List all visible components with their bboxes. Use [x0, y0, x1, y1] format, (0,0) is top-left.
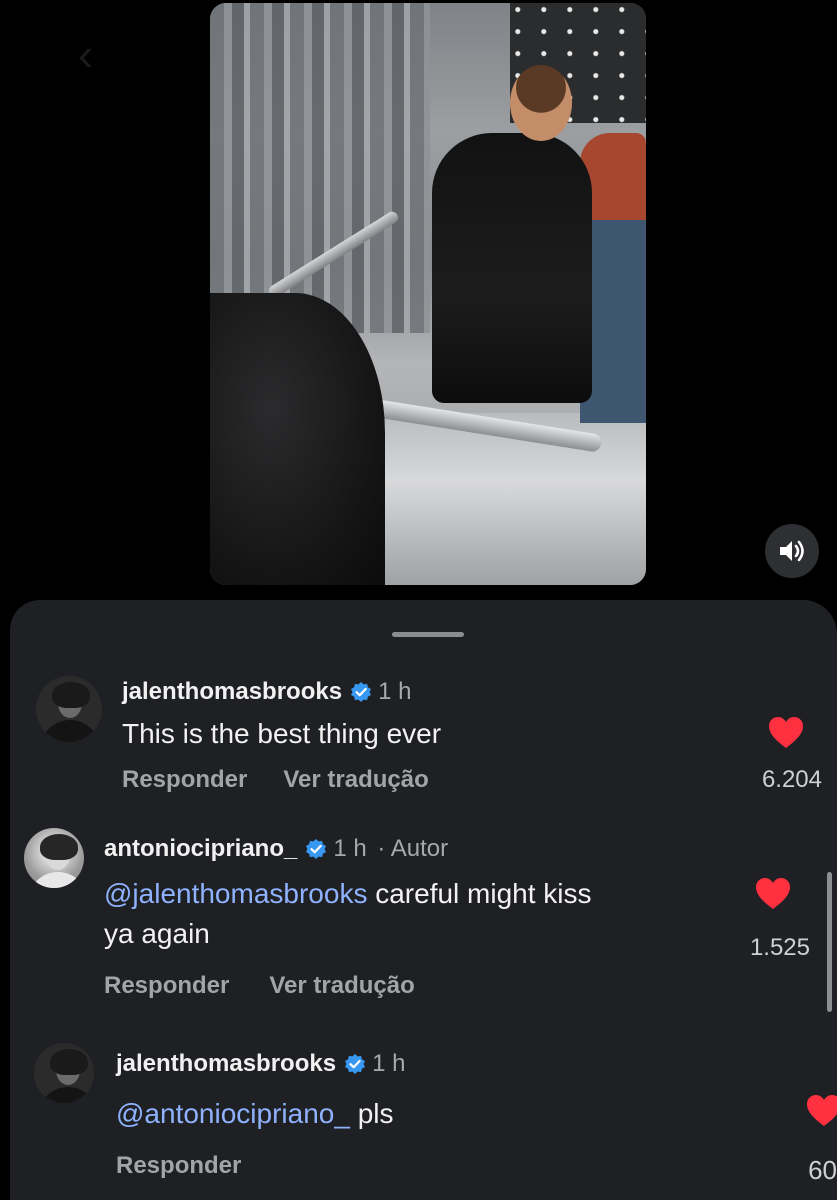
comment-actions: Responder [116, 1152, 241, 1180]
mention-link[interactable]: @jalenthomasbrooks [104, 878, 367, 909]
verified-badge-icon [345, 1054, 366, 1074]
chevron-left-icon[interactable]: ‹ [78, 30, 114, 78]
comment-header: jalenthomasbrooks 1 h [116, 1049, 405, 1079]
like-count: 60 [808, 1155, 837, 1185]
reply-button[interactable]: Responder [104, 972, 229, 999]
sound-toggle-button[interactable] [765, 524, 819, 578]
avatar[interactable] [36, 676, 102, 742]
comment-actions: Responder Ver tradução [104, 972, 415, 1000]
heart-icon[interactable] [806, 1094, 837, 1127]
comment-username[interactable]: jalenthomasbrooks [116, 1050, 336, 1077]
avatar[interactable] [34, 1043, 94, 1103]
comment-body-line2: ya again [104, 918, 210, 949]
person-foreground [210, 293, 385, 585]
comment-time: 1 h [333, 835, 367, 862]
scrollbar[interactable] [827, 872, 832, 1012]
comment-body: This is the best thing ever [122, 718, 442, 749]
mention-link[interactable]: @antoniocipriano_ [116, 1098, 350, 1129]
like-count: 6.204 [761, 766, 822, 793]
comment-text: @antoniocipriano_ pls [116, 1094, 394, 1134]
comment-time: 1 h [372, 1050, 406, 1077]
verified-badge-icon [306, 839, 327, 859]
video-player[interactable] [210, 3, 646, 585]
comment-header: jalenthomasbrooks 1 h [122, 677, 411, 707]
comment-text: This is the best thing ever [122, 714, 441, 754]
comment-body: pls [349, 1098, 394, 1129]
heart-icon[interactable] [768, 716, 804, 749]
translate-button[interactable]: Ver tradução [269, 972, 414, 999]
verified-badge-icon [351, 682, 372, 702]
reply-button[interactable]: Responder [122, 766, 247, 793]
author-tag: · Autor [377, 835, 449, 862]
elevator-wall [210, 3, 430, 333]
media-area: ‹ [0, 0, 837, 610]
comment-text: @jalenthomasbrooks careful might kiss ya… [104, 874, 724, 954]
comment-username[interactable]: antoniocipriano_ [104, 835, 297, 862]
comment-username[interactable]: jalenthomasbrooks [122, 678, 342, 705]
speaker-icon [780, 540, 804, 562]
like-count: 1.525 [749, 934, 810, 961]
comment-actions: Responder Ver tradução [122, 766, 429, 794]
comment-header: antoniocipriano_ 1 h · Autor [104, 834, 448, 864]
heart-icon[interactable] [755, 877, 791, 910]
avatar[interactable] [24, 828, 84, 888]
comment-body: careful might kiss [367, 878, 592, 909]
translate-button[interactable]: Ver tradução [283, 766, 428, 793]
comment-time: 1 h [378, 678, 412, 705]
person-head [510, 65, 572, 141]
reply-button[interactable]: Responder [116, 1152, 241, 1179]
drag-handle[interactable] [392, 632, 464, 637]
person-figure [432, 133, 592, 403]
